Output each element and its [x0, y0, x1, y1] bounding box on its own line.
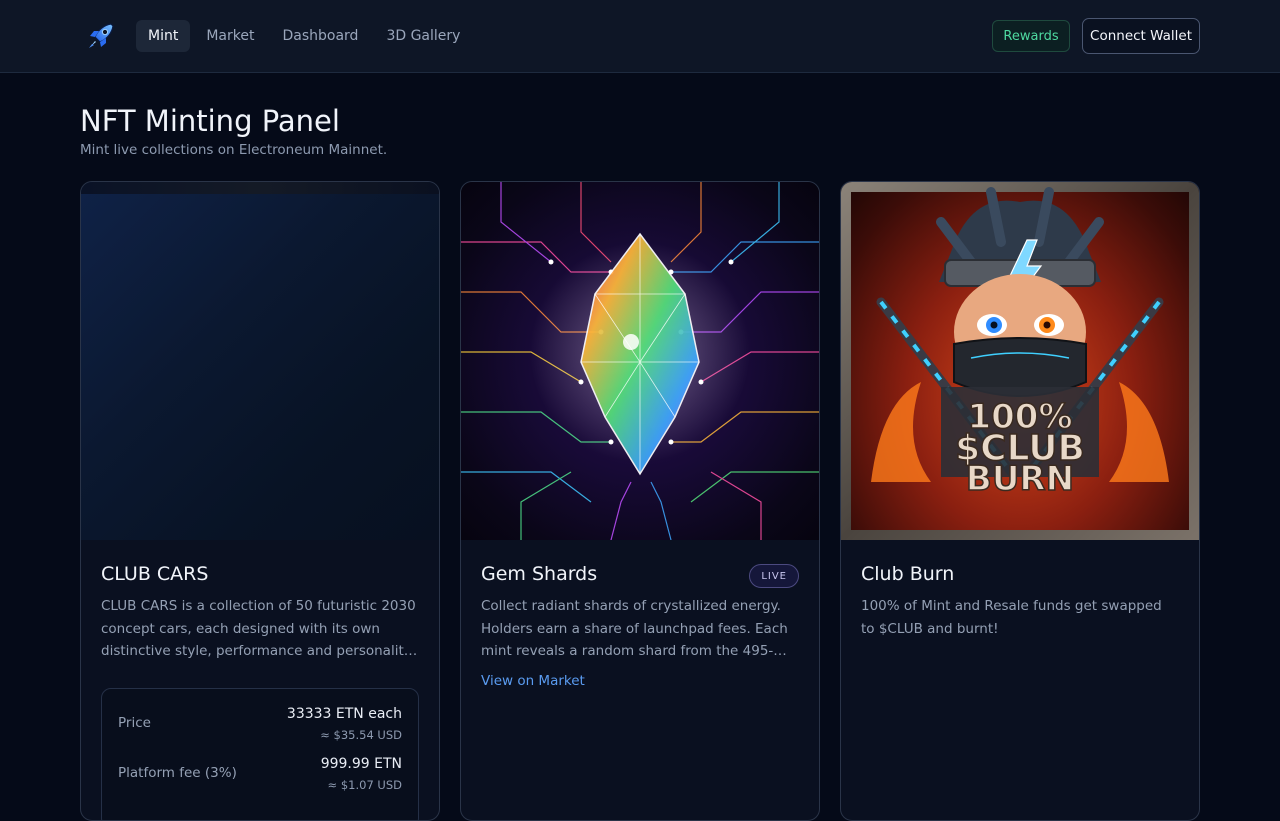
rocket-icon[interactable] — [84, 19, 118, 53]
collection-card-gem-shards[interactable]: Gem Shards LIVE Collect radiant shards o… — [460, 181, 820, 821]
page-subtitle: Mint live collections on Electroneum Mai… — [80, 142, 388, 158]
svg-text:BURN: BURN — [966, 459, 1074, 499]
collection-name: Club Burn — [861, 563, 955, 585]
view-on-market-link[interactable]: View on Market — [481, 673, 585, 689]
nav-item-3d-gallery[interactable]: 3D Gallery — [374, 20, 472, 52]
collection-description: CLUB CARS is a collection of 50 futurist… — [101, 598, 416, 659]
collection-image-gem — [461, 182, 819, 540]
platform-fee-label: Platform fee (3%) — [118, 765, 237, 781]
collection-name: Gem Shards — [481, 563, 598, 585]
collection-description: Collect radiant shards of crystallized e… — [481, 598, 788, 659]
platform-fee-usd-value: ≈ $1.07 USD — [327, 778, 402, 792]
main-nav: Mint Market Dashboard 3D Gallery — [136, 20, 476, 52]
nav-item-dashboard[interactable]: Dashboard — [270, 20, 370, 52]
price-value: 33333 ETN each — [286, 706, 402, 722]
price-summary-box: Price 33333 ETN each ≈ $35.54 USD Platfo… — [101, 688, 419, 820]
collection-image-ninja: 100% $CLUB BURN — [841, 182, 1199, 540]
top-navigation-bar: Mint Market Dashboard 3D Gallery Rewards… — [0, 0, 1280, 73]
collection-card-club-burn[interactable]: 100% $CLUB BURN Club Burn 100% of Mint a… — [840, 181, 1200, 821]
live-status-badge: LIVE — [749, 564, 799, 588]
platform-fee-value: 999.99 ETN — [320, 756, 402, 772]
nav-item-mint[interactable]: Mint — [136, 20, 191, 52]
collection-card-club-cars[interactable]: CLUB CARS CLUB CARS is a collection of 5… — [80, 181, 440, 821]
price-usd-value: ≈ $35.54 USD — [320, 728, 402, 742]
rewards-button[interactable]: Rewards — [992, 20, 1070, 52]
price-label: Price — [118, 715, 151, 731]
collection-description: 100% of Mint and Resale funds get swappe… — [861, 598, 1162, 637]
connect-wallet-button[interactable]: Connect Wallet — [1082, 18, 1200, 54]
page-title: NFT Minting Panel — [80, 104, 340, 138]
nav-item-market[interactable]: Market — [194, 20, 266, 52]
collection-name: CLUB CARS — [101, 563, 209, 585]
collection-image-placeholder — [81, 182, 439, 540]
